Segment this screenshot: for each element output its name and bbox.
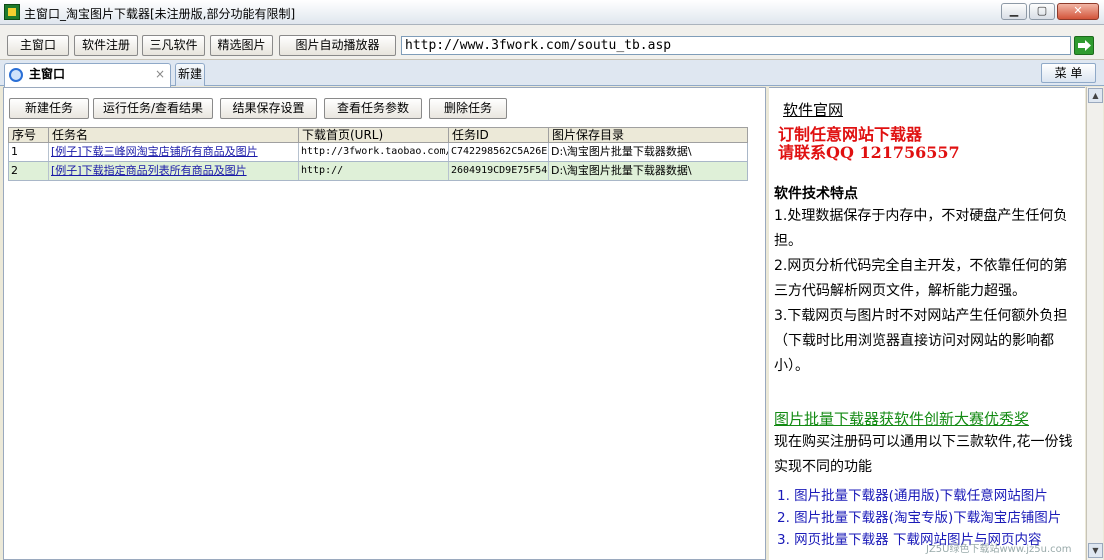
register-software-button[interactable]: 软件注册 — [74, 35, 138, 56]
info-panel: 软件官网 订制任意网站下载器 请联系QQ 121756557 软件技术特点 1.… — [769, 87, 1085, 560]
cell-url: http:// — [299, 162, 449, 180]
window-title: 主窗口_淘宝图片下载器[未注册版,部分功能有限制] — [24, 7, 296, 21]
task-table: 序号 任务名 下载首页(URL) 任务ID 图片保存目录 1 [例子]下载三峰网… — [8, 127, 748, 181]
menu-button[interactable]: 菜 单 — [1041, 63, 1096, 83]
promo-contact-qq: 请联系QQ 121756557 — [778, 143, 960, 162]
cell-url: http://3fwork.taobao.com/ — [299, 143, 449, 161]
feature-2: 2.网页分析代码完全自主开发，不依靠任何的第三方代码解析网页文件，解析能力超强。 — [774, 258, 1068, 299]
delete-task-button[interactable]: 删除任务 — [429, 98, 507, 119]
official-site-link[interactable]: 软件官网 — [783, 99, 843, 120]
main-window-button[interactable]: 主窗口 — [7, 35, 69, 56]
table-row[interactable]: 1 [例子]下载三峰网淘宝店铺所有商品及图片 http://3fwork.tao… — [8, 143, 748, 162]
feature-1: 1.处理数据保存于内存中，不对硬盘产生任何负担。 — [774, 208, 1068, 249]
features-title: 软件技术特点 — [774, 186, 858, 202]
task-panel: 新建任务 运行任务/查看结果 结果保存设置 查看任务参数 删除任务 序号 任务名… — [3, 87, 766, 560]
cell-task-id: C742298562C5A26E — [449, 143, 549, 161]
col-header-name[interactable]: 任务名 — [49, 128, 299, 143]
maximize-button[interactable]: ▢ — [1029, 3, 1055, 20]
featured-images-button[interactable]: 精选图片 — [210, 35, 273, 56]
title-bar: 主窗口_淘宝图片下载器[未注册版,部分功能有限制] ▁ ▢ ✕ — [0, 0, 1104, 25]
sanfan-software-button[interactable]: 三凡软件 — [142, 35, 205, 56]
tab-strip: 主窗口 × 新建 — [0, 60, 1104, 87]
arrow-right-icon — [1078, 40, 1091, 51]
col-header-url[interactable]: 下载首页(URL) — [299, 128, 449, 143]
vertical-scrollbar[interactable]: ▲ ▼ — [1086, 87, 1103, 560]
col-header-id[interactable]: 任务ID — [449, 128, 549, 143]
view-params-button[interactable]: 查看任务参数 — [324, 98, 422, 119]
cell-folder: D:\淘宝图片批量下载器数据\ — [551, 145, 692, 158]
minimize-button[interactable]: ▁ — [1001, 3, 1027, 20]
cell-index: 1 — [9, 143, 49, 161]
bundle-item-2[interactable]: 2. 图片批量下载器(淘宝专版)下载淘宝店铺图片 — [777, 506, 1061, 526]
close-button[interactable]: ✕ — [1057, 3, 1099, 20]
award-link[interactable]: 图片批量下载器获软件创新大赛优秀奖 — [774, 408, 1029, 429]
cell-task-name[interactable]: [例子]下载三峰网淘宝店铺所有商品及图片 — [49, 143, 299, 161]
toolbar: 主窗口 软件注册 三凡软件 精选图片 图片自动播放器 http://www.3f… — [0, 25, 1104, 60]
feature-3: 3.下载网页与图片时不对网站产生任何额外负担（下载时比用浏览器直接访问对网站的影… — [774, 308, 1068, 374]
col-header-index[interactable]: 序号 — [9, 128, 49, 143]
app-logo-icon — [4, 4, 20, 20]
image-autoplay-button[interactable]: 图片自动播放器 — [279, 35, 396, 56]
run-task-button[interactable]: 运行任务/查看结果 — [93, 98, 213, 119]
cell-index: 2 — [9, 162, 49, 180]
go-button[interactable] — [1074, 36, 1094, 55]
tab-new[interactable]: 新建 — [175, 63, 205, 86]
tab-main-window[interactable]: 主窗口 × — [4, 63, 171, 87]
col-header-folder[interactable]: 图片保存目录 — [549, 128, 747, 143]
tab-label: 主窗口 — [29, 67, 66, 81]
bundle-text: 现在购买注册码可以通用以下三款软件,花一份钱实现不同的功能 — [774, 434, 1073, 475]
cell-task-name[interactable]: [例子]下载指定商品列表所有商品及图片 — [49, 162, 299, 180]
tab-close-icon[interactable]: × — [155, 64, 165, 85]
scroll-down-icon[interactable]: ▼ — [1088, 543, 1103, 558]
new-task-button[interactable]: 新建任务 — [9, 98, 89, 119]
cell-folder: D:\淘宝图片批量下载器数据\ — [551, 164, 692, 177]
watermark: JZ5U绿色下载站www.jz5u.com — [926, 544, 1072, 555]
browser-icon — [9, 68, 23, 82]
table-row[interactable]: 2 [例子]下载指定商品列表所有商品及图片 http:// 2604919CD9… — [8, 162, 748, 181]
bundle-item-1[interactable]: 1. 图片批量下载器(通用版)下载任意网站图片 — [777, 484, 1048, 504]
url-input[interactable]: http://www.3fwork.com/soutu_tb.asp — [401, 36, 1071, 55]
cell-task-id: 2604919CD9E75F54 — [449, 162, 549, 180]
save-settings-button[interactable]: 结果保存设置 — [220, 98, 317, 119]
table-header: 序号 任务名 下载首页(URL) 任务ID 图片保存目录 — [8, 127, 748, 143]
scroll-up-icon[interactable]: ▲ — [1088, 88, 1103, 103]
